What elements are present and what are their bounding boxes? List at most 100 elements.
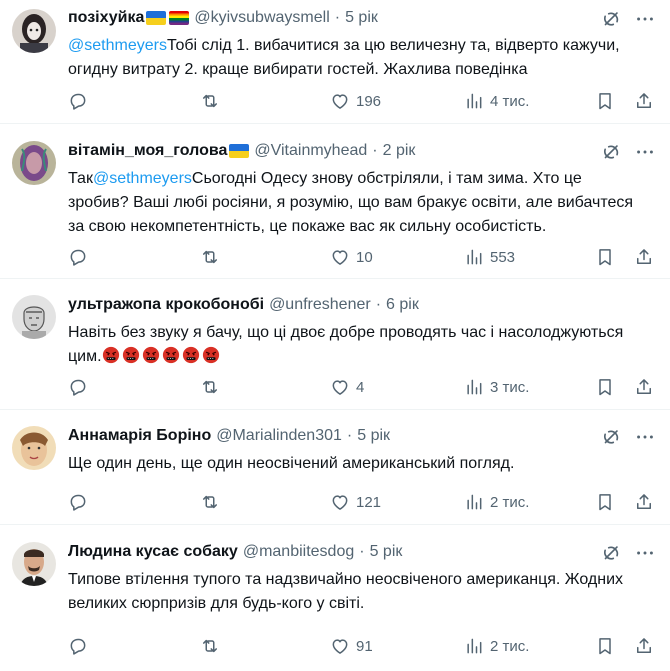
bookmark-button[interactable] xyxy=(595,492,615,512)
cursing-face-emoji xyxy=(122,346,140,364)
share-button[interactable] xyxy=(634,377,654,397)
reply-button[interactable] xyxy=(68,377,94,397)
more-icon[interactable] xyxy=(634,542,656,564)
bookmark-button[interactable] xyxy=(595,636,615,656)
reply-button[interactable] xyxy=(68,247,94,267)
retweet-button[interactable] xyxy=(200,247,226,267)
timestamp[interactable]: 6 рік xyxy=(386,295,419,315)
share-button[interactable] xyxy=(634,91,654,111)
cursing-face-emoji xyxy=(202,346,220,364)
avatar[interactable] xyxy=(12,542,56,586)
emoji-row xyxy=(102,348,222,365)
like-count: 196 xyxy=(356,92,382,110)
views-button[interactable]: 3 тис. xyxy=(464,377,529,397)
avatar[interactable] xyxy=(12,295,56,339)
like-button[interactable]: 4 xyxy=(330,377,364,397)
bookmark-button[interactable] xyxy=(595,377,615,397)
tweet[interactable]: Людина кусає собаку @manbiitesdog · 5 рі… xyxy=(0,525,670,671)
reply-icon xyxy=(68,377,88,397)
tweet-text-body: Типове втілення тупого та надзвичайно не… xyxy=(68,571,624,612)
like-icon xyxy=(330,492,350,512)
like-button[interactable]: 10 xyxy=(330,247,373,267)
like-count: 10 xyxy=(356,248,373,266)
bookmark-button[interactable] xyxy=(595,247,615,267)
share-icon xyxy=(634,91,654,111)
share-button[interactable] xyxy=(634,636,654,656)
author-handle[interactable]: @kyivsubwaysmell xyxy=(194,8,329,28)
cursing-face-emoji xyxy=(162,346,180,364)
avatar[interactable] xyxy=(12,141,56,185)
like-button[interactable]: 121 xyxy=(330,492,381,512)
timestamp[interactable]: 5 рік xyxy=(345,8,378,28)
separator-dot: · xyxy=(346,427,353,444)
views-button[interactable]: 553 xyxy=(464,247,515,267)
share-icon xyxy=(634,636,654,656)
action-bar: 121 2 тис. xyxy=(68,490,670,514)
share-button[interactable] xyxy=(634,492,654,512)
timestamp[interactable]: 5 рік xyxy=(370,542,403,562)
bookmark-icon xyxy=(595,377,615,397)
views-count: 2 тис. xyxy=(490,637,530,655)
grok-icon[interactable] xyxy=(600,426,622,448)
retweet-button[interactable] xyxy=(200,377,226,397)
separator-dot: · xyxy=(372,142,378,159)
reply-icon xyxy=(68,492,88,512)
reply-button[interactable] xyxy=(68,492,94,512)
views-icon xyxy=(464,247,484,267)
author-handle[interactable]: @manbiitesdog xyxy=(243,542,354,562)
retweet-icon xyxy=(200,377,220,397)
rainbow-flag-icon xyxy=(169,11,190,25)
reply-feed: позіхуйка @kyivsubwaysmell · 5 рік @seth… xyxy=(0,0,670,671)
views-icon xyxy=(464,377,484,397)
tweet-text: Так@sethmeyersСьогодні Одесу знову обстр… xyxy=(68,167,670,239)
avatar[interactable] xyxy=(12,426,56,470)
tweet[interactable]: позіхуйка @kyivsubwaysmell · 5 рік @seth… xyxy=(0,0,670,124)
author-name[interactable]: Аннамарія Боріно xyxy=(68,426,211,446)
grok-icon[interactable] xyxy=(600,542,622,564)
avatar[interactable] xyxy=(12,9,56,53)
like-count: 4 xyxy=(356,378,365,396)
mention-link[interactable]: @sethmeyers xyxy=(93,170,192,187)
like-button[interactable]: 196 xyxy=(330,91,381,111)
author-handle[interactable]: @unfreshener xyxy=(269,295,371,315)
author-name[interactable]: позіхуйка xyxy=(68,8,144,28)
like-button[interactable]: 91 xyxy=(330,636,373,656)
reply-button[interactable] xyxy=(68,636,94,656)
cursing-face-emoji xyxy=(102,346,120,364)
grok-icon[interactable] xyxy=(600,8,622,30)
author-handle[interactable]: @Vitainmyhead xyxy=(254,141,367,161)
retweet-button[interactable] xyxy=(200,91,226,111)
more-icon[interactable] xyxy=(634,426,656,448)
author-name[interactable]: ультражопа крокобонобі xyxy=(68,295,264,315)
author-name[interactable]: вітамін_моя_голова xyxy=(68,141,227,161)
views-count: 3 тис. xyxy=(490,378,530,396)
grok-icon[interactable] xyxy=(600,141,622,163)
ukraine-flag-icon xyxy=(146,11,167,25)
views-icon xyxy=(464,492,484,512)
bookmark-icon xyxy=(595,492,615,512)
share-button[interactable] xyxy=(634,247,654,267)
author-name[interactable]: Людина кусає собаку xyxy=(68,542,238,562)
mention-link[interactable]: @sethmeyers xyxy=(68,37,167,54)
reply-icon xyxy=(68,91,88,111)
like-icon xyxy=(330,636,350,656)
timestamp[interactable]: 2 рік xyxy=(383,141,416,161)
tweet[interactable]: Аннамарія Боріно @Marialinden301 · 5 рік… xyxy=(0,410,670,525)
author-handle[interactable]: @Marialinden301 xyxy=(216,426,342,446)
cursing-face-emoji xyxy=(182,346,200,364)
more-icon[interactable] xyxy=(634,141,656,163)
share-icon xyxy=(634,492,654,512)
reply-button[interactable] xyxy=(68,91,94,111)
like-icon xyxy=(330,91,350,111)
views-button[interactable]: 2 тис. xyxy=(464,492,529,512)
views-button[interactable]: 2 тис. xyxy=(464,636,529,656)
bookmark-button[interactable] xyxy=(595,91,615,111)
more-icon[interactable] xyxy=(634,8,656,30)
retweet-button[interactable] xyxy=(200,636,226,656)
timestamp[interactable]: 5 рік xyxy=(357,426,390,446)
tweet[interactable]: вітамін_моя_голова @Vitainmyhead · 2 рік… xyxy=(0,124,670,279)
retweet-button[interactable] xyxy=(200,492,226,512)
tweet[interactable]: ультражопа крокобонобі @unfreshener · 6 … xyxy=(0,279,670,410)
views-button[interactable]: 4 тис. xyxy=(464,91,529,111)
retweet-icon xyxy=(200,636,220,656)
